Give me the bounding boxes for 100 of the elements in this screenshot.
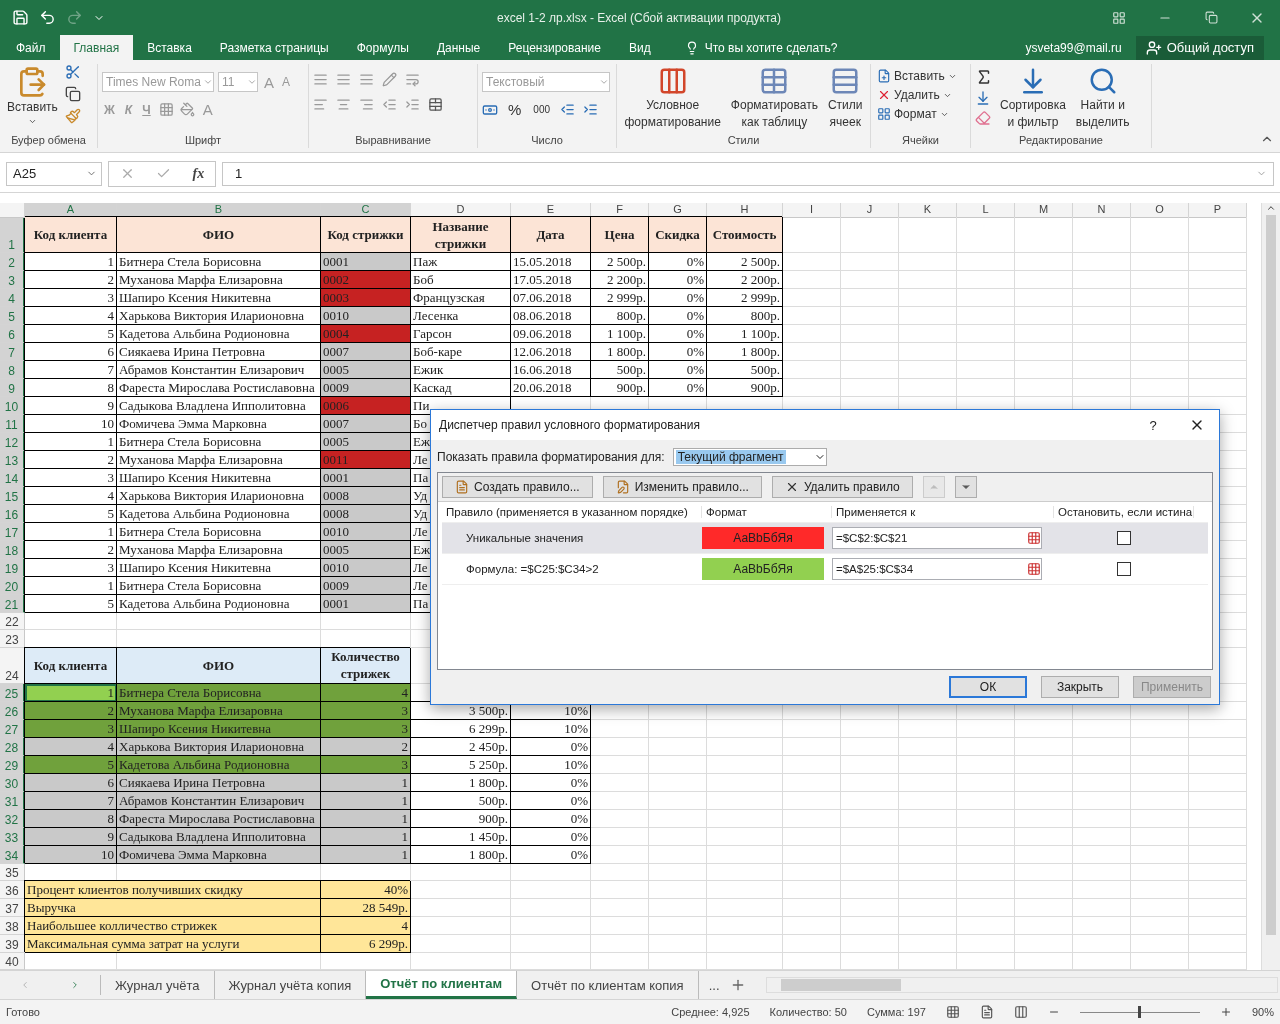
dialog-button[interactable]: ОК bbox=[949, 676, 1027, 698]
table-cell: 1 450р. bbox=[411, 827, 511, 846]
row-header[interactable]: 11 bbox=[0, 415, 25, 434]
row-header[interactable]: 8 bbox=[0, 361, 25, 380]
table-cell: Шапиро Ксения Никитевна bbox=[117, 719, 321, 738]
status-sum: Сумма: 197 bbox=[866, 1006, 926, 1018]
styles-button[interactable]: Форматировать как таблицу bbox=[727, 64, 821, 134]
status-count: Количество: 50 bbox=[769, 1006, 847, 1018]
row-header[interactable]: 16 bbox=[0, 505, 25, 524]
column-header[interactable]: O bbox=[1131, 203, 1189, 218]
number-format-field[interactable]: Текстовый bbox=[482, 72, 610, 92]
row-header[interactable]: 15 bbox=[0, 487, 25, 506]
share-button[interactable]: Общий доступ bbox=[1135, 35, 1264, 60]
cells-button[interactable]: Формат bbox=[875, 106, 959, 122]
table-cell: Наибольшее колличество стрижек bbox=[25, 916, 321, 935]
name-box[interactable]: A25 bbox=[6, 161, 102, 186]
table-cell: 0005 bbox=[321, 361, 411, 380]
row-header[interactable]: 22 bbox=[0, 613, 25, 631]
row-header[interactable]: 2 bbox=[0, 253, 25, 272]
table-cell: 0008 bbox=[321, 487, 411, 506]
editing-button[interactable]: Сортировка и фильтр bbox=[997, 64, 1069, 134]
styles-button[interactable]: Условное форматирование bbox=[621, 64, 724, 134]
help-button[interactable]: ? bbox=[1131, 410, 1175, 440]
group-label: Стили bbox=[726, 134, 761, 148]
row-header[interactable]: 10 bbox=[0, 397, 25, 416]
ribbon-tab[interactable]: Вид bbox=[614, 35, 665, 60]
row-header[interactable]: 5 bbox=[0, 307, 25, 326]
table-cell: 2 bbox=[321, 737, 411, 756]
table-cell: 4 bbox=[25, 487, 117, 506]
table-cell: 900р. bbox=[411, 809, 511, 828]
rule-row[interactable]: Уникальные значения АаBbБбЯя =$C$2:$C$21 bbox=[442, 523, 1208, 554]
row-header[interactable]: 23 bbox=[0, 630, 25, 648]
toolbar-button[interactable]: Изменить правило... bbox=[602, 476, 762, 498]
paste-button[interactable]: Вставить bbox=[4, 64, 61, 134]
row-header[interactable]: 21 bbox=[0, 595, 25, 614]
column-header[interactable]: M bbox=[1015, 203, 1073, 218]
ribbon-tab[interactable]: Формулы bbox=[342, 35, 423, 60]
row-header[interactable]: 9 bbox=[0, 379, 25, 398]
table-cell: 1 100р. bbox=[591, 325, 649, 344]
table-cell: 0006 bbox=[321, 397, 411, 416]
table-cell: Сиякаева Ирина Петровна bbox=[117, 343, 321, 362]
editing-button[interactable]: Найти и выделить bbox=[1072, 64, 1133, 134]
column-header[interactable]: K bbox=[899, 203, 957, 218]
table-cell: 1 bbox=[25, 577, 117, 596]
ribbon-tab[interactable]: Файл bbox=[2, 35, 60, 60]
table-cell: 2 bbox=[25, 451, 117, 470]
font-name-field[interactable]: Times New Roma bbox=[102, 72, 214, 92]
table-cell: 0% bbox=[511, 773, 591, 792]
ribbon-tab[interactable]: Вставка bbox=[133, 35, 206, 60]
toolbar-button[interactable]: Удалить правило bbox=[771, 476, 913, 498]
column-header[interactable]: N bbox=[1073, 203, 1131, 218]
scope-select[interactable]: Текущий фрагмент bbox=[672, 448, 827, 466]
insert-function-button[interactable]: fx bbox=[192, 165, 205, 182]
formula-field[interactable]: 1 bbox=[222, 161, 1274, 186]
column-header[interactable]: L bbox=[957, 203, 1015, 218]
table-cell: 2 200р. bbox=[591, 271, 649, 290]
row-header[interactable]: 7 bbox=[0, 343, 25, 362]
range-field[interactable]: =$C$2:$C$21 bbox=[832, 527, 1042, 549]
table-cell: Фомичева Эмма Марковна bbox=[117, 845, 321, 864]
range-field[interactable]: =$A$25:$C$34 bbox=[832, 558, 1042, 580]
ribbon-tab[interactable]: Разметка страницы bbox=[205, 35, 343, 60]
table-cell: 500р. bbox=[707, 361, 783, 380]
zoom-level[interactable]: 90% bbox=[1251, 1006, 1274, 1018]
table-cell: Муханова Марфа Елизаровна bbox=[117, 701, 321, 720]
table-cell: 0002 bbox=[321, 271, 411, 290]
thousands-button[interactable]: 000 bbox=[531, 103, 553, 116]
row-header[interactable]: 18 bbox=[0, 541, 25, 560]
table-cell: 0003 bbox=[321, 289, 411, 308]
cells-button[interactable]: Вставить bbox=[875, 68, 959, 84]
column-header[interactable]: J bbox=[841, 203, 899, 218]
table-cell: 0007 bbox=[321, 415, 411, 434]
table-cell: 0% bbox=[649, 379, 707, 398]
ribbon-tab[interactable]: Рецензирование bbox=[494, 35, 615, 60]
group-label: Число bbox=[530, 134, 564, 148]
toolbar-button[interactable]: Создать правило... bbox=[442, 476, 593, 498]
row-header[interactable]: 19 bbox=[0, 559, 25, 578]
percent-button[interactable]: % bbox=[506, 100, 524, 119]
sheet-tab[interactable]: Отчёт по клиентам bbox=[366, 971, 518, 999]
more-tabs-button[interactable]: ... bbox=[698, 971, 730, 999]
cells-button[interactable]: Удалить bbox=[875, 87, 959, 103]
row-header[interactable]: 13 bbox=[0, 451, 25, 470]
row-header[interactable]: 6 bbox=[0, 325, 25, 344]
row-header[interactable]: 4 bbox=[0, 289, 25, 308]
table-cell: 0% bbox=[511, 827, 591, 846]
column-header[interactable]: P bbox=[1189, 203, 1247, 218]
row-header[interactable]: 12 bbox=[0, 433, 25, 452]
row-header[interactable]: 14 bbox=[0, 469, 25, 488]
row-header[interactable]: 3 bbox=[0, 271, 25, 290]
header-cell: Дата bbox=[511, 217, 591, 254]
row-header[interactable]: 20 bbox=[0, 577, 25, 596]
status-text: Готово bbox=[6, 1006, 40, 1018]
styles-button[interactable]: Стили ячеек bbox=[824, 64, 866, 134]
column-header[interactable]: I bbox=[783, 203, 841, 218]
ribbon-tab[interactable]: Главная bbox=[59, 35, 134, 60]
table-cell: 2 999р. bbox=[591, 289, 649, 308]
dialog-button[interactable]: Закрыть bbox=[1041, 676, 1119, 698]
tell-me-button[interactable]: Что вы хотите сделать? bbox=[678, 35, 844, 60]
table-cell: 900р. bbox=[707, 379, 783, 398]
ribbon-tab[interactable]: Данные bbox=[422, 35, 495, 60]
row-header[interactable]: 17 bbox=[0, 523, 25, 542]
